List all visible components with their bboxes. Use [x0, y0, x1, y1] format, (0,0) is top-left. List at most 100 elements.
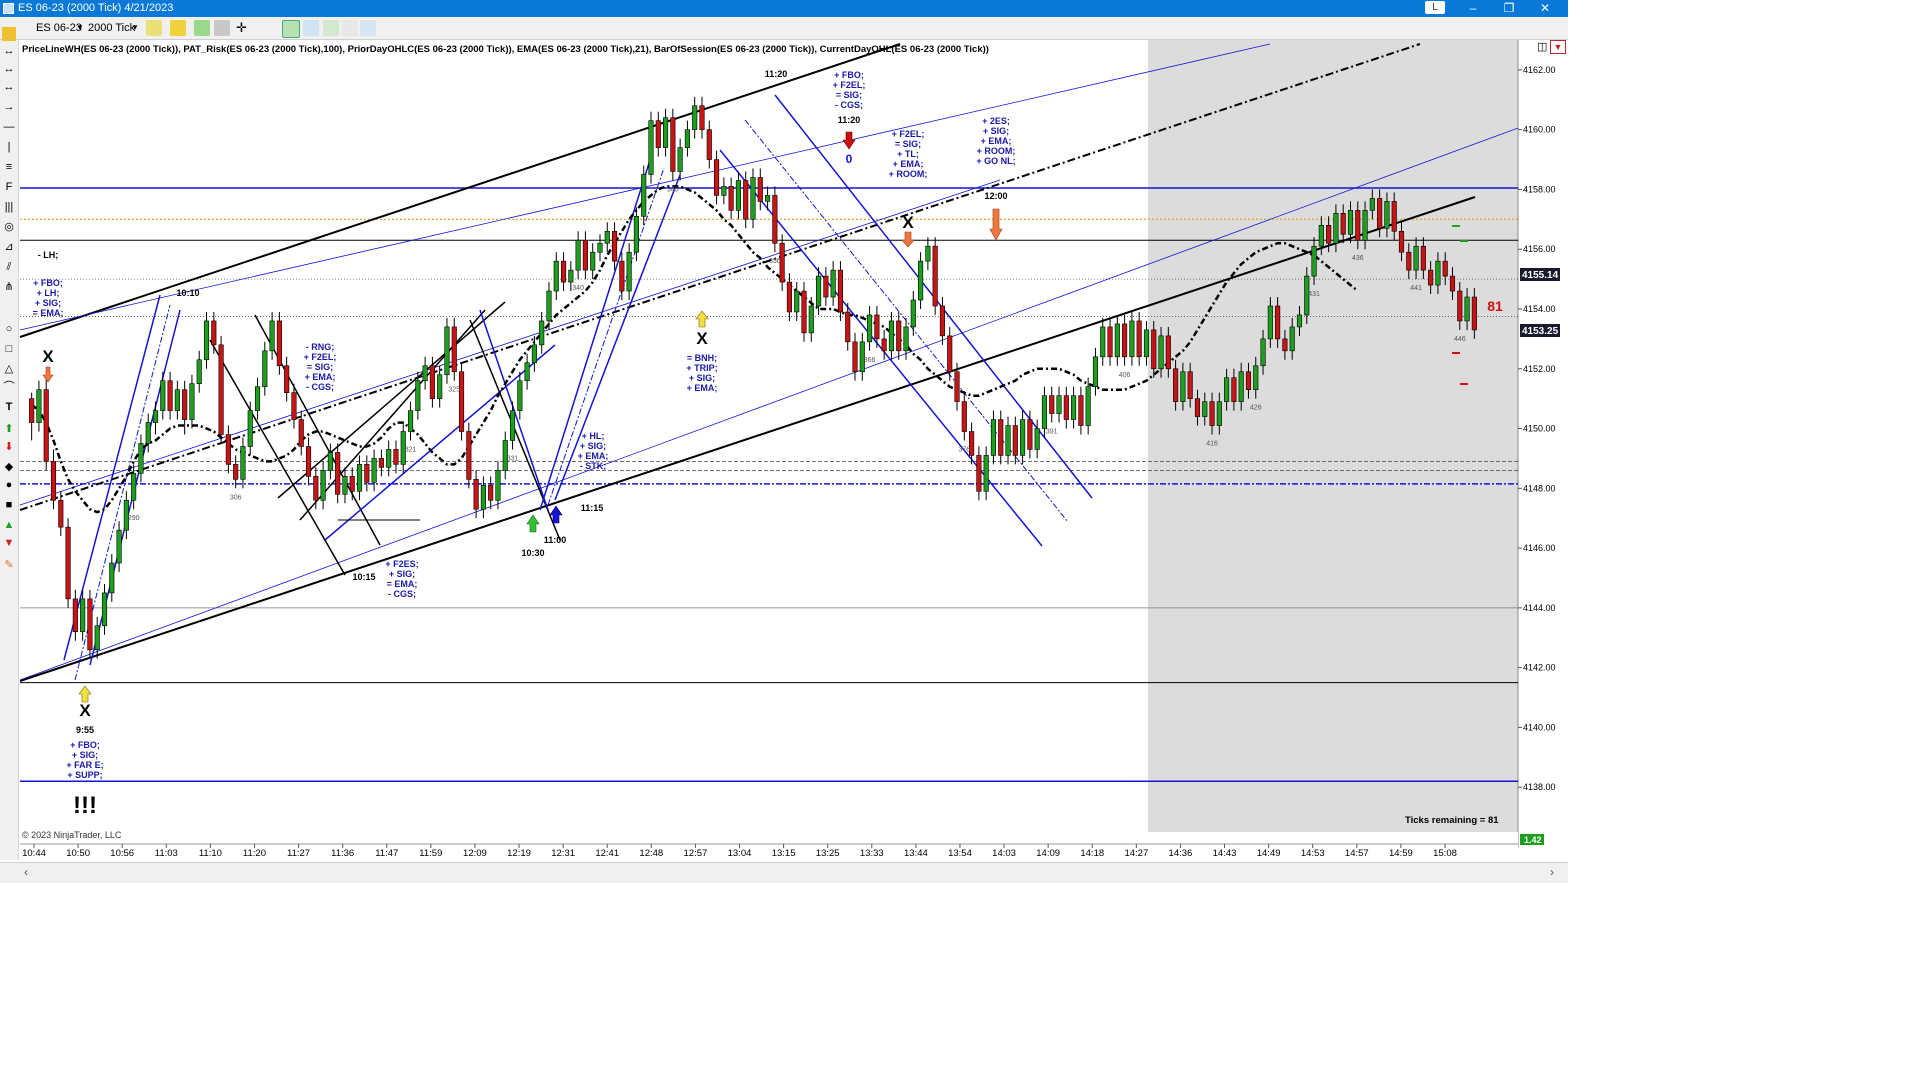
annotation-line: - STK;: [580, 461, 607, 471]
candle-body: [1398, 230, 1405, 253]
candle-body: [109, 562, 115, 594]
candle-body: [998, 419, 1004, 456]
candle-body: [1114, 323, 1120, 358]
annotation-line: = SIG;: [895, 139, 921, 149]
candle-body: [335, 452, 341, 495]
candle-body: [342, 476, 348, 495]
candle-body: [925, 245, 931, 262]
time-tick-label: 14:03: [992, 848, 1016, 859]
candle-body: [87, 598, 93, 650]
annotation-line: + FBO;: [33, 278, 63, 288]
candle-body: [386, 449, 392, 468]
candle-body: [429, 365, 435, 399]
annotation-line: + 2ES;: [982, 116, 1010, 126]
candle-body: [1391, 201, 1397, 232]
candle-body: [582, 239, 588, 271]
candle-body: [1362, 210, 1368, 241]
candle-body: [364, 464, 370, 483]
price-tick-label: 4142.00: [1523, 663, 1556, 673]
candle-body: [101, 592, 108, 627]
signal-x-marker: X: [996, 0, 997, 1]
candle-body: [1173, 368, 1179, 402]
candle-body: [94, 625, 100, 650]
annotation-line: + F2EL;: [833, 80, 866, 90]
candle-body: [1471, 296, 1477, 331]
candle-body: [1253, 365, 1259, 390]
candle-body: [568, 269, 574, 283]
price-chart[interactable]: 290 306 321 325 331 340 345 356 366 376 391 406 416 4…: [0, 0, 1568, 862]
candle-body: [874, 314, 880, 340]
candle-body: [539, 320, 545, 346]
annotation-line: - CGS;: [835, 100, 863, 110]
candle-body: [1289, 326, 1295, 352]
price-tick-label: 4158.00: [1523, 184, 1556, 194]
candle-body: [1187, 371, 1193, 399]
time-label: 11:00: [544, 535, 567, 545]
price-tick-label: 4152.00: [1523, 364, 1556, 374]
candle-body: [706, 129, 712, 160]
candle-body: [444, 326, 450, 376]
data-box-icon[interactable]: ◫: [1537, 40, 1547, 53]
candle-body: [1245, 371, 1252, 390]
candle-body: [65, 526, 71, 600]
candle-body: [233, 464, 239, 480]
candle-body: [1020, 419, 1026, 456]
bar-number-label: 306: [230, 494, 242, 501]
candle-body: [1005, 425, 1011, 456]
candle-body: [699, 105, 705, 130]
candle-body: [1027, 419, 1033, 450]
candle-body: [349, 476, 355, 492]
candle-body: [1209, 401, 1215, 426]
bar-number-label: 366: [864, 357, 876, 364]
time-tick-label: 13:15: [772, 848, 796, 859]
scroll-left-icon[interactable]: ‹: [24, 865, 28, 879]
candle-body: [1194, 398, 1201, 417]
annotation-line: + SIG;: [689, 373, 715, 383]
candle-body: [422, 365, 428, 382]
time-tick-label: 13:25: [816, 848, 840, 859]
candle-body: [714, 159, 720, 196]
candle-body: [531, 344, 537, 364]
time-tick-label: 14:09: [1036, 848, 1060, 859]
candle-body: [509, 410, 516, 441]
scroll-dropdown-icon[interactable]: ▼: [1550, 40, 1566, 54]
candle-body: [1012, 425, 1018, 456]
time-tick-label: 14:57: [1345, 848, 1369, 859]
candle-body: [371, 458, 377, 483]
candle-body: [203, 320, 210, 361]
candle-body: [1056, 395, 1062, 414]
candle-body: [1340, 213, 1346, 235]
time-tick-label: 10:44: [22, 848, 46, 859]
candle-body: [990, 419, 997, 456]
scroll-right-icon[interactable]: ›: [1550, 865, 1554, 879]
time-tick-label: 14:53: [1301, 848, 1325, 859]
bar-number-label: 325: [448, 387, 460, 394]
annotation-line: + SIG;: [389, 569, 415, 579]
horizontal-scrollbar[interactable]: ‹ ›: [0, 862, 1568, 883]
candle-body: [451, 326, 457, 373]
candle-body: [247, 410, 253, 447]
candle-body: [961, 401, 967, 432]
ticks-remaining-text: Ticks remaining = 81: [1405, 815, 1499, 826]
price-tick-label: 4144.00: [1523, 603, 1556, 613]
annotation-line: + FAR E;: [66, 760, 103, 770]
candle-body: [1326, 224, 1332, 244]
bar-number-label: 321: [405, 446, 417, 453]
bar-number-label: 416: [1206, 441, 1218, 448]
annotation-line: + SIG;: [72, 750, 98, 760]
price-tick-label: 4138.00: [1523, 782, 1556, 792]
bar-number-label: 345: [667, 186, 679, 193]
candle-body: [196, 359, 202, 384]
candle-body: [816, 275, 822, 307]
time-tick-label: 14:59: [1389, 848, 1413, 859]
time-tick-label: 14:36: [1169, 848, 1193, 859]
annotation-line: + FBO;: [70, 740, 100, 750]
candle-body: [276, 320, 282, 367]
time-label: 11:20: [765, 69, 788, 79]
candle-body: [1041, 395, 1048, 429]
time-tick-label: 15:08: [1433, 848, 1457, 859]
candle-body: [611, 230, 618, 262]
candle-body: [546, 290, 552, 322]
tick-count-marker: 81: [1487, 298, 1503, 314]
candle-body: [728, 186, 734, 211]
